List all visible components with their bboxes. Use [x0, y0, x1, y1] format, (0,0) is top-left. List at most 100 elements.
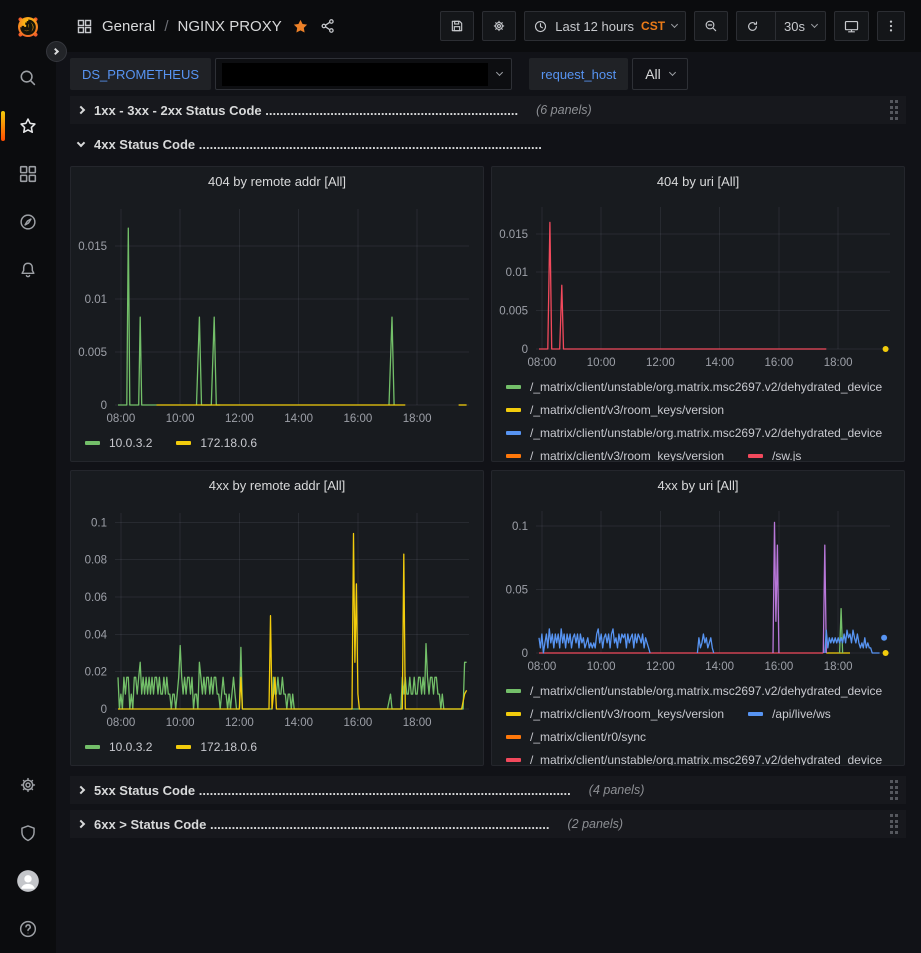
row-header-1xx[interactable]: 1xx - 3xx - 2xx Status Code ............…	[70, 96, 906, 124]
time-series-chart[interactable]: 08:0010:0012:0014:0016:0018:0000.0050.01…	[71, 195, 483, 429]
legend-item[interactable]: 10.0.3.2	[85, 436, 152, 450]
favorite-star-icon[interactable]	[291, 17, 310, 36]
chevron-down-icon	[77, 138, 85, 146]
row-header-6xx[interactable]: 6xx > Status Code ......................…	[70, 810, 906, 838]
svg-text:14:00: 14:00	[705, 357, 734, 369]
row-header-4xx[interactable]: 4xx Status Code ........................…	[70, 130, 906, 158]
bell-icon	[17, 259, 39, 281]
legend-series-label: /_matrix/client/unstable/org.matrix.msc2…	[530, 753, 882, 766]
legend-series-label: /_matrix/client/v3/room_keys/version	[530, 449, 724, 462]
legend-item[interactable]: 10.0.3.2	[85, 740, 152, 754]
variable-label-request-host: request_host	[529, 58, 628, 90]
panel-header: 4xx by uri [All]	[492, 471, 904, 499]
panel-title[interactable]: 4xx by uri [All]	[658, 478, 739, 493]
svg-text:08:00: 08:00	[528, 357, 557, 369]
sidebar-expand-button[interactable]	[46, 41, 67, 62]
sidebar-item-configuration[interactable]	[0, 761, 56, 809]
svg-text:10:00: 10:00	[166, 717, 195, 729]
svg-text:10:00: 10:00	[166, 413, 195, 425]
time-series-chart[interactable]: 08:0010:0012:0014:0016:0018:0000.050.1	[492, 499, 904, 677]
sidebar-item-search[interactable]	[0, 54, 56, 102]
zoom-out-time-button[interactable]	[694, 11, 728, 41]
panel-legend: 10.0.3.2 172.18.0.6	[71, 733, 483, 765]
panel-legend: 10.0.3.2 172.18.0.6	[71, 429, 483, 461]
row-title: 5xx Status Code ........................…	[94, 783, 571, 798]
row-title: 1xx - 3xx - 2xx Status Code ............…	[94, 103, 518, 118]
svg-text:18:00: 18:00	[403, 717, 432, 729]
sidebar-item-dashboards[interactable]	[0, 150, 56, 198]
legend-item[interactable]: /_matrix/client/v3/room_keys/version	[506, 449, 724, 462]
panel-title[interactable]: 4xx by remote addr [All]	[209, 478, 346, 493]
time-series-chart[interactable]: 08:0010:0012:0014:0016:0018:0000.020.040…	[71, 499, 483, 733]
variable-value-request-host[interactable]: All	[632, 58, 688, 90]
sidebar-item-starred[interactable]	[0, 102, 56, 150]
row-panel-count: (2 panels)	[567, 817, 623, 831]
legend-item[interactable]: /_matrix/client/unstable/org.matrix.msc2…	[506, 753, 882, 766]
legend-series-color	[748, 454, 763, 458]
legend-item[interactable]: /sw.js	[748, 449, 801, 462]
avatar	[15, 868, 41, 894]
row-header-5xx[interactable]: 5xx Status Code ........................…	[70, 776, 906, 804]
time-series-chart[interactable]: 08:0010:0012:0014:0016:0018:0000.0050.01…	[492, 195, 904, 373]
legend-item[interactable]: /_matrix/client/r0/sync	[506, 730, 646, 744]
save-dashboard-button[interactable]	[440, 11, 474, 41]
row-drag-handle[interactable]	[890, 780, 899, 800]
chevron-right-icon	[77, 106, 85, 114]
svg-text:18:00: 18:00	[403, 413, 432, 425]
side-menu	[0, 0, 56, 953]
legend-item[interactable]: /_matrix/client/unstable/org.matrix.msc2…	[506, 426, 882, 440]
sidebar-item-profile[interactable]	[0, 857, 56, 905]
sidebar-item-help[interactable]	[0, 905, 56, 953]
refresh-button[interactable]	[737, 12, 768, 40]
dashboard-settings-button[interactable]	[482, 11, 516, 41]
more-options-button[interactable]	[877, 11, 905, 41]
chevron-right-icon	[77, 820, 85, 828]
refresh-interval-picker[interactable]: 30s	[775, 12, 825, 40]
legend-item[interactable]: /_matrix/client/unstable/org.matrix.msc2…	[506, 684, 882, 698]
legend-item[interactable]: 172.18.0.6	[176, 740, 257, 754]
sidebar-item-explore[interactable]	[0, 198, 56, 246]
time-range-picker[interactable]: Last 12 hours CST	[524, 11, 686, 41]
legend-row: /_matrix/client/unstable/org.matrix.msc2…	[506, 751, 904, 765]
svg-text:08:00: 08:00	[107, 413, 136, 425]
panel-title[interactable]: 404 by uri [All]	[657, 174, 739, 189]
svg-text:0.005: 0.005	[499, 306, 528, 318]
cycle-view-mode-button[interactable]	[834, 11, 869, 41]
legend-series-color	[506, 758, 521, 762]
legend-series-label: /_matrix/client/unstable/org.matrix.msc2…	[530, 380, 882, 394]
dashboard-header: General / NGINX PROXY	[56, 0, 921, 52]
row-panel-count: (6 panels)	[536, 103, 592, 117]
panel-header: 4xx by remote addr [All]	[71, 471, 483, 499]
svg-text:16:00: 16:00	[344, 717, 373, 729]
legend-item[interactable]: /_matrix/client/v3/room_keys/version	[506, 403, 724, 417]
star-icon	[17, 115, 39, 137]
legend-item[interactable]: /_matrix/client/unstable/org.matrix.msc2…	[506, 380, 882, 394]
time-range-label: Last 12 hours	[555, 19, 634, 34]
legend-series-label: /api/live/ws	[772, 707, 831, 721]
share-icon[interactable]	[319, 17, 337, 35]
legend-item[interactable]: /api/live/ws	[748, 707, 831, 721]
row-drag-handle[interactable]	[890, 814, 899, 834]
gear-icon	[491, 18, 507, 34]
svg-text:12:00: 12:00	[225, 717, 254, 729]
refresh-icon	[745, 19, 760, 34]
breadcrumb-folder[interactable]: General	[102, 18, 155, 35]
row-drag-handle[interactable]	[890, 100, 899, 120]
sidebar-item-server-admin[interactable]	[0, 809, 56, 857]
legend-series-color	[176, 441, 191, 445]
svg-text:0.05: 0.05	[506, 585, 528, 597]
save-icon	[449, 18, 465, 34]
legend-item[interactable]: /_matrix/client/v3/room_keys/version	[506, 707, 724, 721]
svg-text:12:00: 12:00	[225, 413, 254, 425]
legend-row: /_matrix/client/r0/sync	[506, 728, 904, 745]
variable-value-ds-prometheus[interactable]	[215, 58, 512, 90]
sidebar-item-alerting[interactable]	[0, 246, 56, 294]
svg-text:16:00: 16:00	[765, 661, 794, 673]
legend-series-color	[506, 689, 521, 693]
legend-series-label: 172.18.0.6	[200, 740, 257, 754]
panel-title[interactable]: 404 by remote addr [All]	[208, 174, 346, 189]
search-icon	[17, 67, 39, 89]
legend-series-color	[506, 712, 521, 716]
breadcrumb-dashboard-title[interactable]: NGINX PROXY	[178, 18, 282, 35]
legend-item[interactable]: 172.18.0.6	[176, 436, 257, 450]
